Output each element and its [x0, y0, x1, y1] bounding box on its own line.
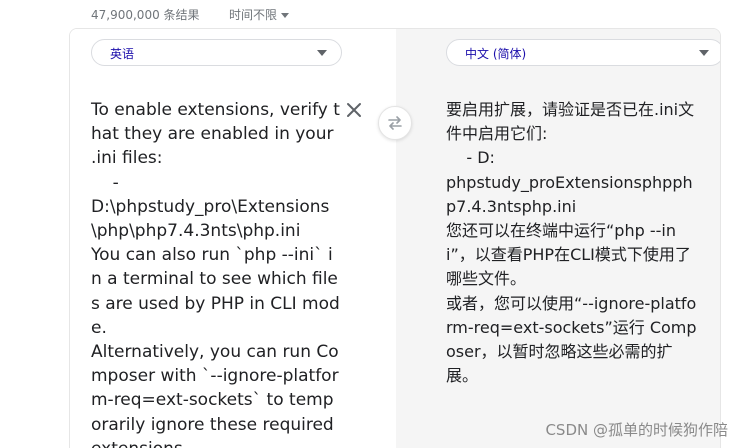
source-language-select[interactable]: 英语	[91, 39, 342, 66]
time-filter-label: 时间不限	[229, 8, 278, 22]
swap-languages-button[interactable]	[378, 106, 412, 140]
caret-down-icon	[281, 13, 290, 18]
target-pane: 中文 (简体) 要启用扩展，请验证是否已在.ini文件中启用它们: - D: p…	[396, 29, 720, 448]
swap-languages-icon	[388, 116, 402, 130]
translator-card: 英语 To enable extensions, verify that the…	[69, 28, 721, 448]
time-filter-dropdown[interactable]: 时间不限	[229, 6, 290, 23]
source-text-input[interactable]: To enable extensions, verify that they a…	[91, 98, 343, 448]
target-language-label: 中文 (简体)	[465, 47, 527, 61]
clear-text-button[interactable]	[345, 101, 363, 119]
chevron-down-icon	[699, 50, 709, 56]
csdn-watermark: CSDN @孤单的时候狗作陪	[545, 421, 728, 439]
search-meta-bar: 47,900,000 条结果 时间不限	[0, 0, 743, 28]
chevron-down-icon	[317, 50, 327, 56]
source-pane: 英语 To enable extensions, verify that the…	[70, 29, 396, 448]
result-count: 47,900,000 条结果	[91, 8, 200, 22]
close-icon	[347, 103, 361, 117]
source-language-label: 英语	[110, 47, 135, 61]
target-language-select[interactable]: 中文 (简体)	[446, 39, 720, 66]
translated-text: 要启用扩展，请验证是否已在.ini文件中启用它们: - D: phpstudy_…	[446, 100, 697, 386]
